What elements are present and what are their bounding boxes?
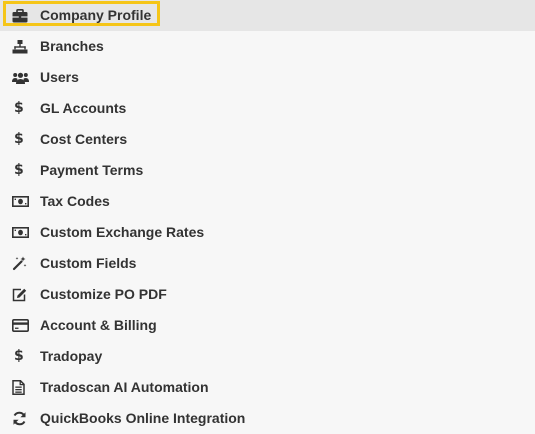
menu-item-label: Custom Exchange Rates [40,224,205,240]
menu-item-label: Tax Codes [40,193,110,209]
menu-item-customize-po-pdf[interactable]: Customize PO PDF [0,279,535,310]
dollar-icon: $ [14,100,24,116]
menu-item-company-profile[interactable]: Company Profile [0,0,535,31]
menu-item-label: GL Accounts [40,100,127,116]
menu-item-payment-terms[interactable]: $ Payment Terms [0,155,535,186]
menu-item-tax-codes[interactable]: Tax Codes [0,186,535,217]
credit-card-icon [12,310,30,341]
menu-item-tradopay[interactable]: $ Tradopay [0,341,535,372]
sync-icon [12,403,30,434]
briefcase-icon [12,0,30,31]
menu-item-label: Users [40,69,79,85]
menu-item-gl-accounts[interactable]: $ GL Accounts [0,93,535,124]
menu-item-label: QuickBooks Online Integration [40,410,246,426]
menu-item-custom-exchange-rates[interactable]: Custom Exchange Rates [0,217,535,248]
menu-item-cost-centers[interactable]: $ Cost Centers [0,124,535,155]
menu-item-label: Tradoscan AI Automation [40,379,209,395]
menu-item-label: Payment Terms [40,162,144,178]
menu-item-label: Account & Billing [40,317,157,333]
menu-item-label: Company Profile [40,7,152,23]
dollar-icon: $ [14,348,24,364]
file-text-icon [12,372,30,403]
menu-item-label: Customize PO PDF [40,286,167,302]
menu-item-users[interactable]: Users [0,62,535,93]
menu-item-label: Custom Fields [40,255,137,271]
money-bill-icon [12,186,30,217]
menu-item-label: Tradopay [40,348,103,364]
menu-item-branches[interactable]: Branches [0,31,535,62]
menu-item-label: Cost Centers [40,131,128,147]
money-bill-icon [12,217,30,248]
edit-icon [12,279,30,310]
menu-item-label: Branches [40,38,104,54]
magic-wand-icon [12,248,30,279]
sitemap-icon [12,31,30,62]
menu-item-custom-fields[interactable]: Custom Fields [0,248,535,279]
menu-item-account-billing[interactable]: Account & Billing [0,310,535,341]
dollar-icon: $ [14,131,24,147]
menu-item-tradoscan-ai-automation[interactable]: Tradoscan AI Automation [0,372,535,403]
settings-menu: Company Profile Branches Users $ GL Acco… [0,0,535,431]
users-icon [12,62,30,93]
dollar-icon: $ [14,162,24,178]
menu-item-quickbooks-online-integration[interactable]: QuickBooks Online Integration [0,403,535,434]
